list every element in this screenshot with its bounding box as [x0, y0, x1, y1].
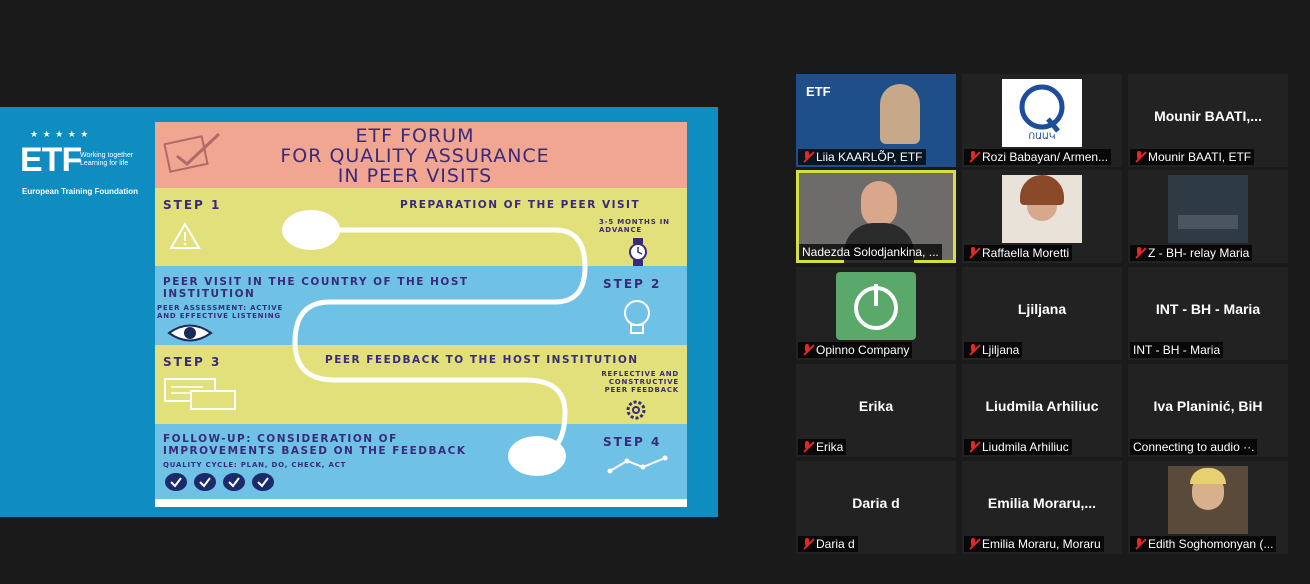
participant-tile[interactable]: Raffaella Moretti	[962, 170, 1122, 263]
checkmarks-icon	[165, 473, 274, 491]
trend-line-icon	[607, 455, 668, 474]
mic-muted-icon	[967, 441, 979, 453]
logo-org: European Training Foundation	[22, 187, 138, 196]
participant-label: Raffaella Moretti	[964, 245, 1073, 261]
profile-photo	[1168, 175, 1248, 243]
poster: ETF FORUM FOR QUALITY ASSURANCE IN PEER …	[155, 122, 687, 507]
participant-tile[interactable]: Edith Soghomonyan (...	[1128, 461, 1288, 554]
participant-name: Erika	[858, 398, 894, 414]
step3-sub: REFLECTIVE AND CONSTRUCTIVE PEER FEEDBAC…	[601, 370, 679, 394]
mic-muted-icon	[801, 344, 813, 356]
step4-text: FOLLOW-UP: CONSIDERATION OF IMPROVEMENTS…	[163, 433, 467, 457]
participant-label: INT - BH - Maria	[1130, 342, 1224, 358]
step2-sub: PEER ASSESSMENT: ACTIVE AND EFFECTIVE LI…	[157, 304, 284, 320]
participant-tile[interactable]: ETF Liia KAARLÕP, ETF	[796, 74, 956, 167]
logo-stars: ★ ★ ★ ★ ★	[30, 129, 90, 139]
participant-label: Ljiljana	[964, 342, 1023, 358]
mic-muted-icon	[1133, 151, 1145, 163]
participant-label: Daria d	[798, 536, 858, 552]
logo-etf: ETF	[20, 141, 82, 179]
participant-tile[interactable]: Opinno Company	[796, 267, 956, 360]
participant-name: Iva Planinić, BiH	[1153, 398, 1263, 414]
participant-label: Mounir BAATI, ETF	[1130, 149, 1255, 165]
etf-logo: ★ ★ ★ ★ ★ ETF Working together Learning …	[20, 129, 140, 209]
step4-sub: QUALITY CYCLE: PLAN, DO, CHECK, ACT	[163, 461, 347, 469]
participant-tile[interactable]: Erika Erika	[796, 364, 956, 457]
participant-name: Liudmila Arhiliuc	[985, 398, 1099, 414]
chat-bubbles-icon	[164, 378, 236, 410]
participant-label: Connecting to audio ··.	[1130, 439, 1258, 455]
participant-name: INT - BH - Maria	[1155, 301, 1261, 317]
mic-muted-icon	[1133, 538, 1145, 550]
step1-sub: 3-5 MONTHS IN ADVANCE	[599, 218, 670, 234]
participant-label: Erika	[798, 439, 847, 455]
power-logo-icon	[854, 284, 898, 330]
participant-name: Daria d	[852, 495, 900, 511]
participant-tile[interactable]: Mounir BAATI,... Mounir BAATI, ETF	[1128, 74, 1288, 167]
mic-muted-icon	[801, 538, 813, 550]
participant-label: Rozi Babayan/ Armen...	[964, 149, 1112, 165]
participant-label: Opinno Company	[798, 342, 913, 358]
eye-icon	[167, 324, 213, 342]
participant-name: Mounir BAATI,...	[1154, 108, 1262, 124]
shared-screen: ★ ★ ★ ★ ★ ETF Working together Learning …	[0, 107, 718, 517]
mic-muted-icon	[967, 247, 979, 259]
participant-name: Emilia Moraru,...	[987, 495, 1097, 511]
mic-muted-icon	[967, 344, 979, 356]
participant-label: Z - BH- relay Maria	[1130, 245, 1253, 261]
profile-photo	[1168, 466, 1248, 534]
participant-label: Liia KAARLÕP, ETF	[798, 149, 926, 165]
lightbulb-icon	[624, 300, 650, 334]
participant-tile[interactable]: ՈԱԱԿ Rozi Babayan/ Armen...	[962, 74, 1122, 167]
participant-tile-active-speaker[interactable]: Nadezda Solodjankina, ...	[796, 170, 956, 263]
step3-text: PEER FEEDBACK TO THE HOST INSTITUTION	[325, 354, 639, 366]
step2-head: STEP 2	[603, 277, 662, 291]
participant-tile[interactable]: Liudmila Arhiliuc Liudmila Arhiliuc	[962, 364, 1122, 457]
mic-muted-icon	[1133, 247, 1145, 259]
participant-tile[interactable]: Z - BH- relay Maria	[1128, 170, 1288, 263]
step2-text: PEER VISIT IN THE COUNTRY OF THE HOST IN…	[163, 276, 469, 300]
mic-muted-icon	[801, 151, 813, 163]
participant-tile[interactable]: Emilia Moraru,... Emilia Moraru, Moraru	[962, 461, 1122, 554]
participant-tile[interactable]: INT - BH - Maria INT - BH - Maria	[1128, 267, 1288, 360]
warning-icon	[169, 222, 201, 249]
participant-tile[interactable]: Daria d Daria d	[796, 461, 956, 554]
participant-tile[interactable]: Iva Planinić, BiH Connecting to audio ··…	[1128, 364, 1288, 457]
participant-label: Liudmila Arhiliuc	[964, 439, 1072, 455]
step1-head: STEP 1	[163, 198, 222, 212]
mic-muted-icon	[967, 538, 979, 550]
step1-text: PREPARATION OF THE PEER VISIT	[400, 199, 641, 211]
step3-head: STEP 3	[163, 355, 222, 369]
step4-head: STEP 4	[603, 435, 662, 449]
watch-icon	[629, 238, 647, 266]
logo-tagline: Working together Learning for life	[80, 152, 134, 167]
participant-label: Emilia Moraru, Moraru	[964, 536, 1104, 552]
participant-label: Edith Soghomonyan (...	[1130, 536, 1277, 552]
profile-logo	[836, 272, 916, 340]
participant-tile[interactable]: Ljiljana Ljiljana	[962, 267, 1122, 360]
profile-photo	[1002, 175, 1082, 243]
gear-icon	[626, 400, 646, 420]
participant-name: Ljiljana	[1017, 301, 1067, 317]
participant-label: Nadezda Solodjankina, ...	[799, 244, 942, 260]
profile-logo: ՈԱԱԿ	[1002, 79, 1082, 147]
mic-muted-icon	[801, 441, 813, 453]
mic-muted-icon	[967, 151, 979, 163]
